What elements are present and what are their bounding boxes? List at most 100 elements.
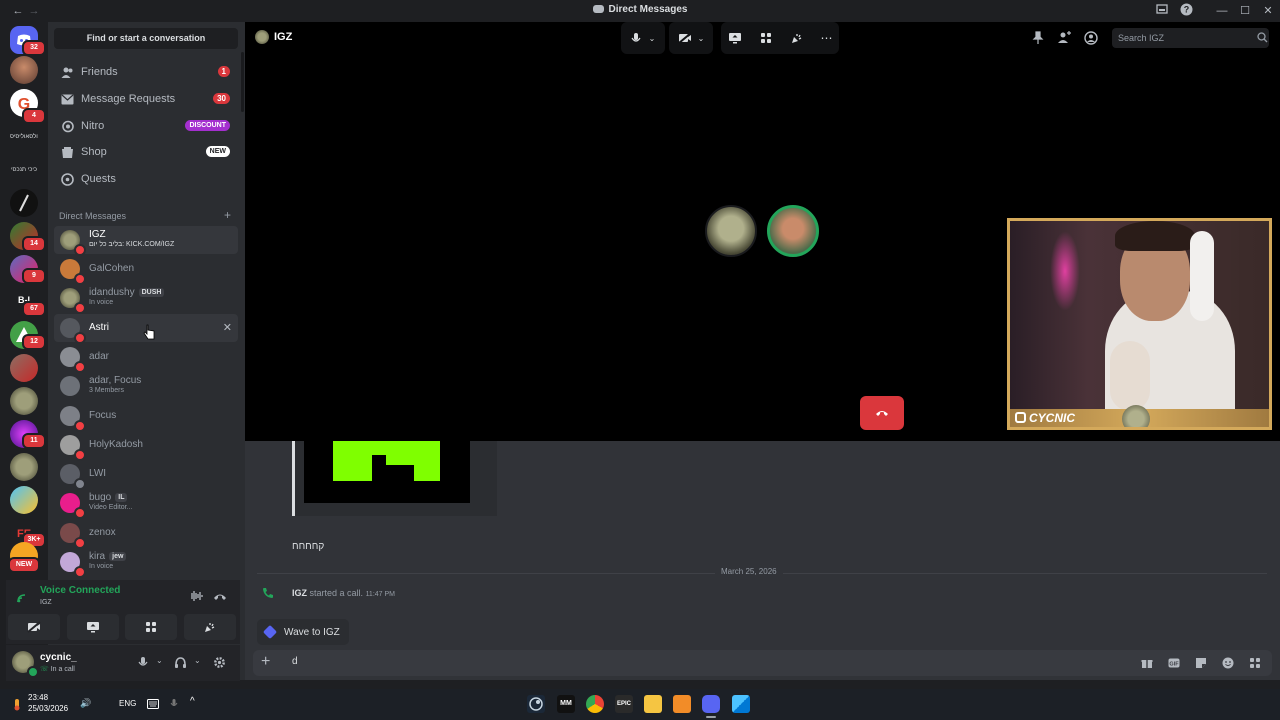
chevron-down-icon[interactable]: ⌄ (698, 34, 705, 43)
close-window-icon[interactable]: ✕ (1260, 3, 1276, 19)
dm-item-igz[interactable]: IGZ בליב כל יום: KICK.COM/IGZ (54, 226, 238, 256)
file-explorer-icon[interactable] (644, 695, 662, 713)
search-icon (1257, 32, 1268, 43)
dm-item-zenox[interactable]: zenox (54, 519, 238, 549)
search-input[interactable]: Search IGZ (1112, 28, 1269, 48)
mute-button[interactable]: ⌄ (621, 22, 665, 54)
settings-gear-icon[interactable] (213, 656, 226, 669)
message-composer[interactable]: + d GIF (253, 650, 1272, 676)
find-conversation-button[interactable]: Find or start a conversation (54, 28, 238, 49)
nav-friends[interactable]: Friends 1 (54, 60, 238, 84)
dm-item-idandushy[interactable]: idandushy DUSH In voice (54, 284, 238, 314)
gif-icon[interactable]: GIF (1168, 657, 1180, 669)
windows-start-icon[interactable] (732, 695, 750, 713)
server-text[interactable]: רולסאוליסיס (10, 123, 38, 151)
clock-time[interactable]: 23:48 (28, 693, 48, 702)
dm-item-adar[interactable]: adar (54, 343, 238, 373)
call-user[interactable]: IGZ (292, 588, 307, 598)
server-avatar[interactable] (10, 189, 38, 217)
gift-icon[interactable] (1141, 657, 1153, 669)
audio-options-chevron-icon[interactable]: ⌄ (194, 656, 201, 665)
dm-item-group[interactable]: adar, Focus 3 Members (54, 372, 238, 400)
camera-toggle-button[interactable]: ⌄ (669, 22, 713, 54)
user-profile-icon[interactable] (1084, 31, 1098, 45)
hang-up-button[interactable] (860, 396, 904, 430)
server-avatar[interactable] (10, 453, 38, 481)
camera-off-icon (678, 32, 692, 44)
participant-avatar-speaking[interactable] (767, 205, 819, 257)
volume-icon[interactable]: 🔊 (80, 698, 91, 709)
username[interactable]: cycnic_ (40, 652, 77, 663)
minimize-icon[interactable]: — (1214, 3, 1230, 19)
inbox-icon[interactable] (1154, 3, 1170, 19)
message-input[interactable]: d (292, 656, 298, 667)
server-avatar[interactable] (10, 486, 38, 514)
voice-panel: Voice Connected IGZ (6, 580, 240, 644)
pin-icon[interactable] (1031, 31, 1045, 45)
server-text[interactable]: כיכי תנכסי (10, 156, 38, 184)
sticker-icon[interactable] (1195, 657, 1207, 669)
voice-channel[interactable]: IGZ (40, 599, 52, 606)
activities-button[interactable] (125, 614, 178, 640)
add-friends-icon[interactable] (1057, 31, 1071, 45)
folder-app-icon[interactable] (673, 695, 691, 713)
nav-quests[interactable]: Quests (54, 167, 238, 191)
dm-item-lwi[interactable]: LWI (54, 460, 238, 490)
create-dm-icon[interactable]: + (224, 208, 231, 222)
noise-suppression-icon[interactable] (189, 590, 203, 602)
dm-item-focus[interactable]: Focus (54, 402, 238, 432)
clock-date[interactable]: 25/03/2026 (28, 704, 68, 713)
mic-tray-icon[interactable] (170, 698, 178, 710)
keyboard-icon[interactable] (147, 699, 159, 709)
soundboard-icon[interactable] (790, 32, 803, 45)
headphones-icon[interactable] (174, 656, 187, 669)
server-avatar[interactable] (10, 387, 38, 415)
participant-avatar-igz[interactable] (705, 205, 757, 257)
chrome-icon[interactable] (586, 695, 604, 713)
embed-attachment[interactable] (292, 441, 497, 516)
soundboard-button[interactable] (183, 614, 236, 640)
server-avatar[interactable] (10, 56, 38, 84)
discord-taskbar-icon[interactable] (702, 695, 720, 713)
screen-share-button[interactable] (66, 614, 119, 640)
mm-app-icon[interactable]: MM (557, 695, 575, 713)
mic-options-chevron-icon[interactable]: ⌄ (156, 656, 163, 665)
dm-item-galcohen[interactable]: GalCohen (54, 255, 238, 285)
language-indicator[interactable]: ENG (119, 699, 136, 708)
nav-shop[interactable]: Shop NEW (54, 140, 238, 164)
overlay-name: CYCNIC (1015, 411, 1075, 425)
clan-tag: DUSH (138, 288, 165, 297)
nav-label: Quests (81, 173, 116, 185)
maximize-icon[interactable]: ☐ (1237, 3, 1253, 19)
camera-button[interactable] (8, 614, 60, 640)
svg-text:GIF: GIF (1169, 662, 1179, 668)
more-options-icon[interactable]: ⋯ (821, 31, 833, 45)
dm-item-bugo[interactable]: bugo IL Video Editor... (54, 489, 238, 519)
server-avatar[interactable] (10, 354, 38, 382)
activities-icon[interactable] (760, 32, 772, 44)
wave-button[interactable]: Wave to IGZ (257, 619, 349, 645)
channel-header: IGZ (255, 30, 292, 44)
nav-nitro[interactable]: Nitro DISCOUNT (54, 114, 238, 138)
emoji-icon[interactable] (1222, 657, 1234, 669)
dm-item-holykadosh[interactable]: HolyKadosh (54, 431, 238, 461)
epic-games-icon[interactable]: EPIC (615, 695, 633, 713)
dm-item-kira[interactable]: kira jew In voice (54, 548, 238, 578)
close-dm-icon[interactable]: ✕ (223, 321, 232, 334)
steam-icon[interactable] (527, 695, 545, 713)
attach-plus-icon[interactable]: + (261, 653, 270, 671)
apps-icon[interactable] (1249, 657, 1261, 669)
chevron-down-icon[interactable]: ⌄ (649, 34, 656, 43)
requests-badge: 30 (213, 93, 230, 104)
weather-icon[interactable] (12, 698, 22, 711)
disconnect-icon[interactable] (213, 590, 227, 602)
nav-message-requests[interactable]: Message Requests 30 (54, 87, 238, 111)
screen-share-icon[interactable] (728, 32, 742, 44)
scrollbar[interactable] (241, 52, 244, 112)
tray-chevron-up-icon[interactable]: ^ (190, 696, 195, 707)
nav-label: Friends (81, 66, 118, 78)
hand-cursor-icon (143, 324, 155, 340)
voice-status[interactable]: Voice Connected (40, 585, 120, 596)
help-icon[interactable]: ? (1178, 3, 1194, 19)
microphone-icon[interactable] (138, 656, 148, 669)
